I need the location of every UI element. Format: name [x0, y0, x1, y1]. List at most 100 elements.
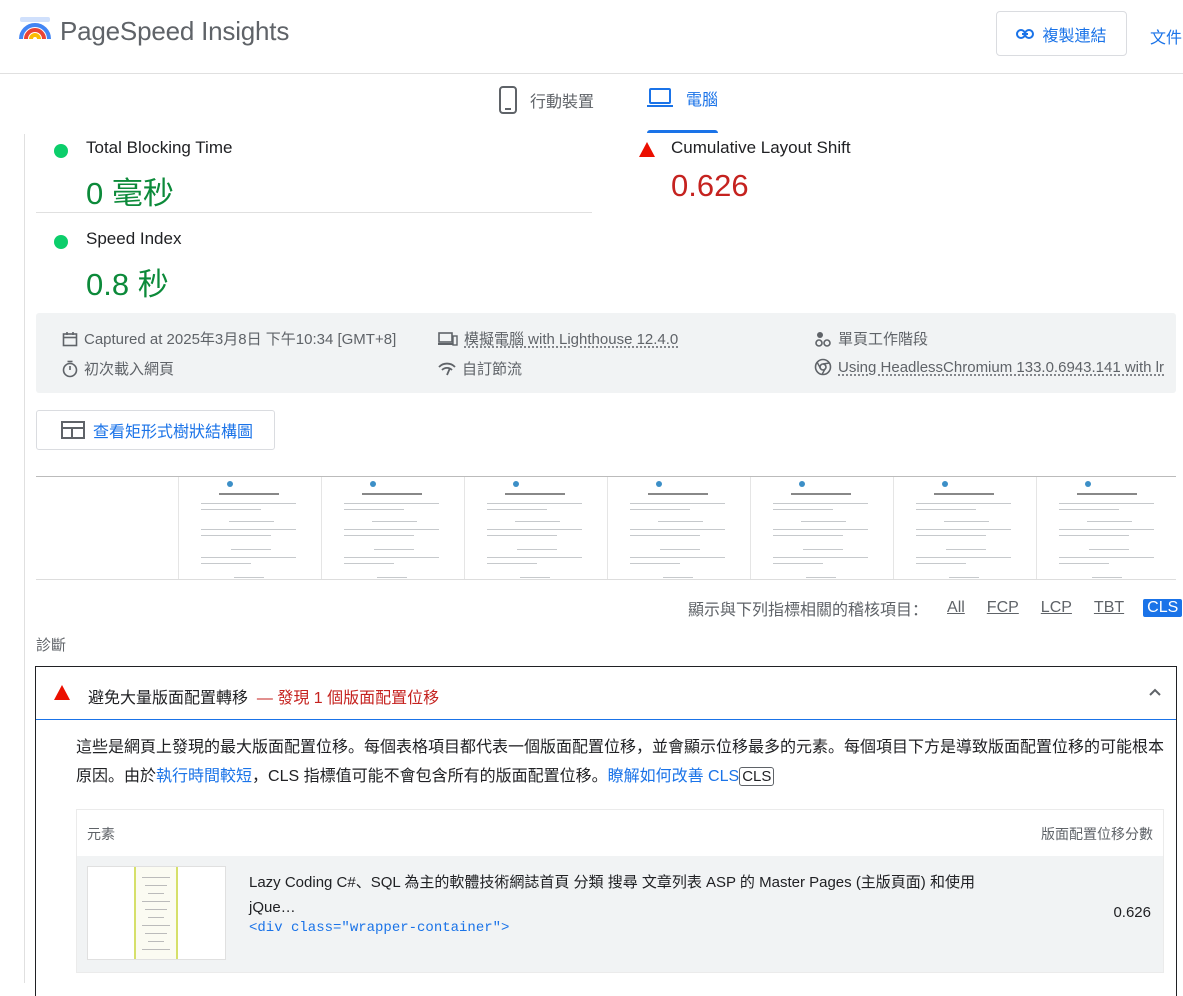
active-tab-indicator: [647, 130, 718, 133]
treemap-label: 查看矩形式樹狀結構圖: [93, 424, 254, 441]
chevron-up-icon[interactable]: [1148, 685, 1162, 699]
frame-logo: [370, 481, 376, 487]
chrome-icon: [814, 358, 832, 376]
layout-shift-table: 元素 版面配置位移分數 Lazy Coding C#、SQL 為主的軟體技術網誌…: [76, 809, 1164, 973]
frame-line: [201, 557, 296, 558]
laptop-icon: [647, 88, 673, 107]
copy-link-label: 複製連結: [1042, 27, 1107, 45]
filter-lcp[interactable]: LCP: [1038, 599, 1075, 617]
frame-line: [487, 529, 582, 530]
frame-line: [372, 521, 417, 522]
throttling-text: 自訂節流: [462, 361, 523, 378]
top-bar: PageSpeed Insights 複製連結 文件: [0, 0, 1183, 74]
frame-line: [773, 529, 868, 530]
pass-indicator-icon: [54, 235, 68, 249]
frame-line: [773, 557, 868, 558]
filmstrip-frame: [1037, 477, 1176, 579]
frame-logo: [799, 481, 805, 487]
docs-link[interactable]: 文件: [1150, 24, 1182, 48]
audit-title: 避免大量版面配置轉移 — 發現 1 個版面配置位移: [88, 684, 439, 708]
filter-cls[interactable]: CLS: [1143, 599, 1183, 617]
frame-line: [201, 503, 296, 504]
brand-title[interactable]: PageSpeed Insights: [60, 16, 289, 47]
run-info-panel: Captured at 2025年3月8日 下午10:34 [GMT+8] 初次…: [36, 313, 1176, 393]
frame-line: [946, 549, 986, 550]
frame-line: [231, 549, 271, 550]
filmstrip-frame: [465, 477, 608, 579]
desc-link-runtime[interactable]: 執行時間較短: [156, 768, 252, 785]
frame-line: [1092, 577, 1122, 578]
frame-line: [344, 535, 414, 536]
frame-line: [803, 549, 843, 550]
frame-line: [344, 503, 439, 504]
frame-line: [630, 529, 725, 530]
frame-line: [201, 563, 251, 564]
filter-tbt[interactable]: TBT: [1091, 599, 1127, 617]
frame-line: [1059, 509, 1119, 510]
metric-cls: Cumulative Layout Shift 0.626: [621, 138, 1177, 208]
metric-speed-index: Speed Index 0.8 秒: [36, 229, 592, 302]
load-text: 初次載入網頁: [84, 361, 175, 378]
frame-line: [916, 503, 1011, 504]
calendar-icon: [62, 331, 78, 346]
metric-value: 0.8 秒: [86, 267, 169, 302]
frame-line: [773, 509, 833, 510]
audit-header[interactable]: 避免大量版面配置轉移 — 發現 1 個版面配置位移: [36, 667, 1176, 720]
view-treemap-button[interactable]: 查看矩形式樹狀結構圖: [36, 410, 275, 450]
frame-logo: [942, 481, 948, 487]
frame-line: [487, 557, 582, 558]
frame-line: [229, 521, 274, 522]
filter-fcp[interactable]: FCP: [984, 599, 1022, 617]
device-tabs: 行動裝置 電腦: [0, 74, 1183, 134]
run-info-captured: Captured at 2025年3月8日 下午10:34 [GMT+8]: [62, 328, 396, 349]
frame-logo: [1085, 481, 1091, 487]
run-info-session: 單頁工作階段: [814, 328, 928, 349]
filmstrip-frame: [608, 477, 751, 579]
metric-value: 0 毫秒: [86, 176, 174, 211]
table-row[interactable]: Lazy Coding C#、SQL 為主的軟體技術網誌首頁 分類 搜尋 文章列…: [77, 856, 1163, 972]
frame-line: [630, 503, 725, 504]
desc-link-learn-cls[interactable]: 瞭解如何改善 CLS: [608, 768, 740, 785]
thumb-line: [142, 877, 170, 878]
browser-text: Using HeadlessChromium 133.0.6943.141 wi…: [838, 358, 1165, 376]
filter-label: 顯示與下列指標相關的稽核項目：: [688, 602, 929, 619]
session-icon: [815, 331, 831, 347]
devices-icon: [438, 331, 458, 346]
frame-line: [234, 577, 264, 578]
frame-line: [520, 577, 550, 578]
run-info-load: 初次載入網頁: [62, 358, 174, 379]
frame-line: [201, 509, 261, 510]
content-left-rule: [24, 134, 25, 983]
filmstrip-frame: [322, 477, 465, 579]
thumb-line: [145, 885, 167, 886]
metric-value: 0.626: [671, 168, 749, 203]
frame-line: [374, 549, 414, 550]
thumb-line: [145, 933, 167, 934]
run-info-throttling[interactable]: 自訂節流: [438, 358, 522, 379]
desc-text-2: ，CLS 指標值可能不會包含所有的版面配置位移。: [252, 768, 608, 785]
frame-line: [801, 521, 846, 522]
tab-desktop[interactable]: 電腦: [646, 86, 718, 110]
tab-mobile[interactable]: 行動裝置: [498, 86, 594, 114]
frame-line: [1089, 549, 1129, 550]
audit-warning: — 發現 1 個版面配置位移: [256, 690, 440, 707]
tab-mobile-label: 行動裝置: [530, 94, 595, 111]
frame-line: [344, 563, 394, 564]
frame-line: [949, 577, 979, 578]
frame-line: [916, 563, 966, 564]
frame-line: [515, 521, 560, 522]
frame-line: [630, 509, 690, 510]
run-info-device[interactable]: 模擬電腦 with Lighthouse 12.4.0: [438, 328, 678, 349]
frame-logo: [227, 481, 233, 487]
frame-line: [344, 557, 439, 558]
copy-link-button[interactable]: 複製連結: [996, 11, 1127, 56]
frame-line: [630, 557, 725, 558]
captured-text: Captured at 2025年3月8日 下午10:34 [GMT+8]: [84, 331, 397, 348]
thumb-line: [148, 917, 164, 918]
filter-all[interactable]: All: [944, 599, 968, 617]
timer-icon: [62, 360, 78, 377]
run-info-browser[interactable]: Using HeadlessChromium 133.0.6943.141 wi…: [814, 358, 1164, 376]
frame-line: [487, 503, 582, 504]
audit-title-text: 避免大量版面配置轉移: [88, 690, 249, 707]
diagnostics-heading: 診斷: [36, 637, 67, 654]
